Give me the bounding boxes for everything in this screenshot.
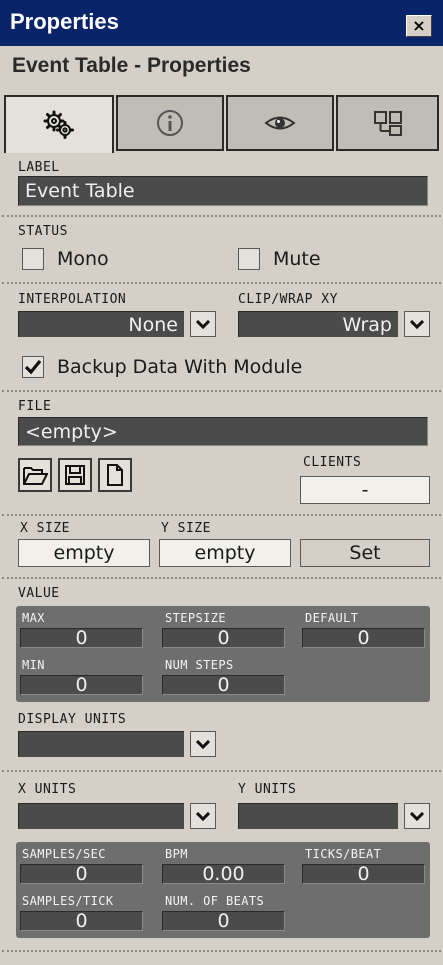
clip-wrap-dropdown-button[interactable]: [404, 311, 430, 337]
default-field[interactable]: 0: [302, 628, 425, 648]
tab-info[interactable]: [116, 95, 224, 151]
max-field[interactable]: 0: [20, 628, 143, 648]
value-heading: VALUE: [18, 586, 60, 601]
clip-wrap-select[interactable]: Wrap: [238, 311, 430, 337]
stepsize-label: STEPSIZE: [165, 611, 226, 625]
floppy-disk-icon: [65, 465, 85, 485]
gears-icon: [43, 110, 74, 139]
separator: [2, 950, 441, 952]
x-units-heading: X UNITS: [18, 782, 77, 797]
x-units-select[interactable]: [18, 803, 216, 829]
interpolation-select[interactable]: None: [18, 311, 216, 337]
x-size-input[interactable]: empty: [18, 539, 150, 567]
label-input[interactable]: Event Table: [18, 176, 428, 206]
interpolation-value: None: [18, 311, 184, 337]
tab-structure[interactable]: [336, 95, 439, 151]
num-steps-field[interactable]: 0: [162, 675, 285, 695]
display-units-value: [18, 731, 184, 757]
min-label: MIN: [22, 658, 45, 672]
num-beats-field[interactable]: 0: [162, 911, 285, 931]
ticks-beat-field[interactable]: 0: [302, 864, 425, 884]
eye-icon: [264, 116, 296, 130]
value-panel: MAX 0 STEPSIZE 0 DEFAULT 0 MIN 0 NUM STE…: [16, 606, 430, 702]
y-size-input[interactable]: empty: [159, 539, 291, 567]
y-units-select[interactable]: [238, 803, 430, 829]
bpm-field[interactable]: 0.00: [162, 864, 285, 884]
x-units-dropdown-button[interactable]: [190, 803, 216, 829]
open-file-button[interactable]: [18, 458, 52, 492]
mute-label: Mute: [273, 248, 321, 270]
separator: [2, 390, 441, 392]
min-field[interactable]: 0: [20, 675, 143, 695]
properties-window: Properties × Event Table - Properties LA…: [0, 0, 443, 965]
window-title: Properties: [10, 9, 119, 34]
backup-data-label: Backup Data With Module: [57, 356, 303, 378]
mono-label: Mono: [57, 248, 109, 270]
chevron-down-icon: [410, 319, 424, 329]
interpolation-heading: INTERPOLATION: [18, 292, 127, 307]
chevron-down-icon: [196, 319, 210, 329]
samples-sec-label: SAMPLES/SEC: [22, 847, 106, 861]
y-size-heading: Y SIZE: [161, 521, 211, 536]
max-label: MAX: [22, 611, 45, 625]
mute-checkbox[interactable]: [238, 248, 260, 270]
display-units-dropdown-button[interactable]: [190, 731, 216, 757]
separator: [2, 577, 441, 579]
samples-tick-label: SAMPLES/TICK: [22, 894, 114, 908]
display-units-select[interactable]: [18, 731, 216, 757]
folder-open-icon: [23, 467, 48, 485]
x-size-heading: X SIZE: [20, 521, 70, 536]
tab-bar: [0, 95, 443, 153]
document-icon: [107, 464, 123, 486]
checkmark-icon: [24, 359, 42, 375]
timing-panel: SAMPLES/SEC 0 BPM 0.00 TICKS/BEAT 0 SAMP…: [16, 842, 430, 938]
interpolation-dropdown-button[interactable]: [190, 311, 216, 337]
set-size-button[interactable]: Set: [300, 539, 430, 567]
clients-heading: CLIENTS: [303, 455, 362, 470]
file-heading: FILE: [18, 399, 52, 414]
ticks-beat-label: TICKS/BEAT: [305, 847, 382, 861]
backup-data-checkbox[interactable]: [22, 356, 44, 378]
y-units-heading: Y UNITS: [238, 782, 297, 797]
tab-settings[interactable]: [4, 95, 114, 153]
samples-sec-field[interactable]: 0: [20, 864, 143, 884]
display-units-heading: DISPLAY UNITS: [18, 712, 127, 727]
new-file-button[interactable]: [98, 458, 132, 492]
stepsize-field[interactable]: 0: [162, 628, 285, 648]
separator: [2, 514, 441, 516]
close-icon: ×: [412, 16, 426, 35]
save-file-button[interactable]: [58, 458, 92, 492]
separator: [2, 770, 441, 772]
separator: [2, 282, 441, 284]
chevron-down-icon: [196, 811, 210, 821]
label-heading: LABEL: [18, 160, 60, 175]
panel-subtitle: Event Table - Properties: [12, 54, 251, 77]
bpm-label: BPM: [165, 847, 188, 861]
y-units-dropdown-button[interactable]: [404, 803, 430, 829]
tab-view[interactable]: [226, 95, 334, 151]
clip-wrap-value: Wrap: [238, 311, 398, 337]
close-button[interactable]: ×: [406, 15, 432, 37]
structure-icon: [373, 111, 402, 136]
clients-field: -: [300, 476, 430, 504]
num-beats-label: NUM. OF BEATS: [165, 894, 265, 908]
title-bar[interactable]: Properties ×: [0, 0, 443, 46]
x-units-value: [18, 803, 184, 829]
mono-checkbox[interactable]: [22, 248, 44, 270]
status-heading: STATUS: [18, 224, 68, 239]
y-units-value: [238, 803, 398, 829]
chevron-down-icon: [410, 811, 424, 821]
samples-tick-field[interactable]: 0: [20, 911, 143, 931]
file-path-field[interactable]: <empty>: [18, 417, 428, 446]
separator: [2, 215, 441, 217]
info-icon: [157, 110, 183, 136]
clip-wrap-heading: CLIP/WRAP XY: [238, 292, 338, 307]
default-label: DEFAULT: [305, 611, 359, 625]
num-steps-label: NUM STEPS: [165, 658, 234, 672]
chevron-down-icon: [196, 739, 210, 749]
